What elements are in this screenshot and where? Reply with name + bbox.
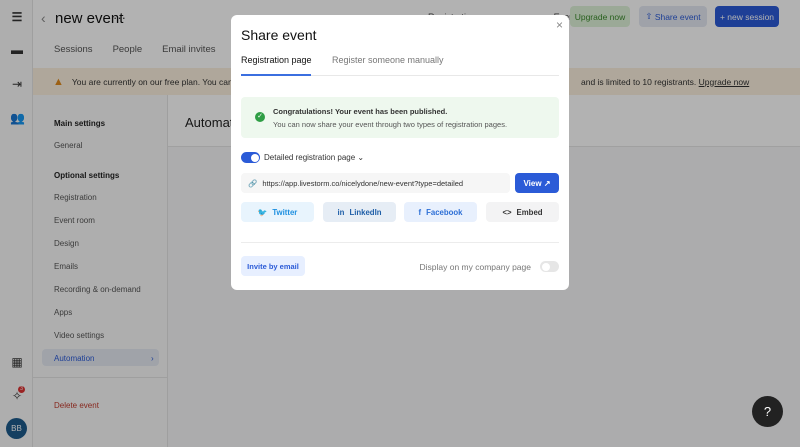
registration-url: https://app.livestorm.co/nicelydone/new-…	[262, 178, 464, 188]
external-link-icon: ↗	[543, 178, 551, 188]
check-circle-icon: ✓	[255, 112, 265, 122]
modal-divider	[241, 242, 559, 243]
linkedin-label: LinkedIn	[349, 207, 382, 217]
active-tab-indicator	[241, 74, 311, 76]
view-button[interactable]: View ↗	[515, 173, 559, 193]
invite-by-email-button[interactable]: Invite by email	[241, 256, 305, 276]
help-button[interactable]: ?	[752, 396, 783, 427]
twitter-label: Twitter	[272, 207, 298, 217]
link-icon: 🔗	[248, 178, 258, 188]
twitter-icon: 🐦	[257, 207, 268, 217]
tab-registration-page[interactable]: Registration page	[241, 55, 312, 65]
display-company-page-label: Display on my company page	[419, 262, 531, 272]
share-event-modal: Share event × Registration page Register…	[231, 15, 569, 290]
linkedin-icon: in	[337, 207, 345, 217]
close-icon[interactable]: ×	[556, 18, 563, 32]
registration-url-field[interactable]: 🔗 https://app.livestorm.co/nicelydone/new…	[241, 173, 510, 193]
facebook-button[interactable]: f Facebook	[404, 202, 477, 222]
chevron-down-icon: ⌄	[357, 153, 365, 162]
facebook-icon: f	[418, 207, 422, 217]
tab-register-manually[interactable]: Register someone manually	[332, 55, 444, 65]
code-icon: <>	[502, 207, 512, 217]
twitter-button[interactable]: 🐦 Twitter	[241, 202, 314, 222]
view-label: View	[523, 178, 542, 188]
success-text: You can now share your event through two…	[273, 120, 508, 129]
linkedin-button[interactable]: in LinkedIn	[323, 202, 396, 222]
detailed-page-toggle[interactable]	[241, 152, 260, 163]
embed-button[interactable]: <> Embed	[486, 202, 559, 222]
display-company-page-toggle[interactable]	[540, 261, 559, 272]
modal-title: Share event	[241, 27, 317, 43]
success-title: Congratulations! Your event has been pub…	[273, 107, 448, 116]
embed-label: Embed	[516, 207, 543, 217]
page-type-dropdown[interactable]: Detailed registration page ⌄	[264, 153, 364, 162]
success-alert: ✓ Congratulations! Your event has been p…	[241, 97, 559, 138]
facebook-label: Facebook	[426, 207, 463, 217]
page-type-label: Detailed registration page	[264, 153, 356, 162]
